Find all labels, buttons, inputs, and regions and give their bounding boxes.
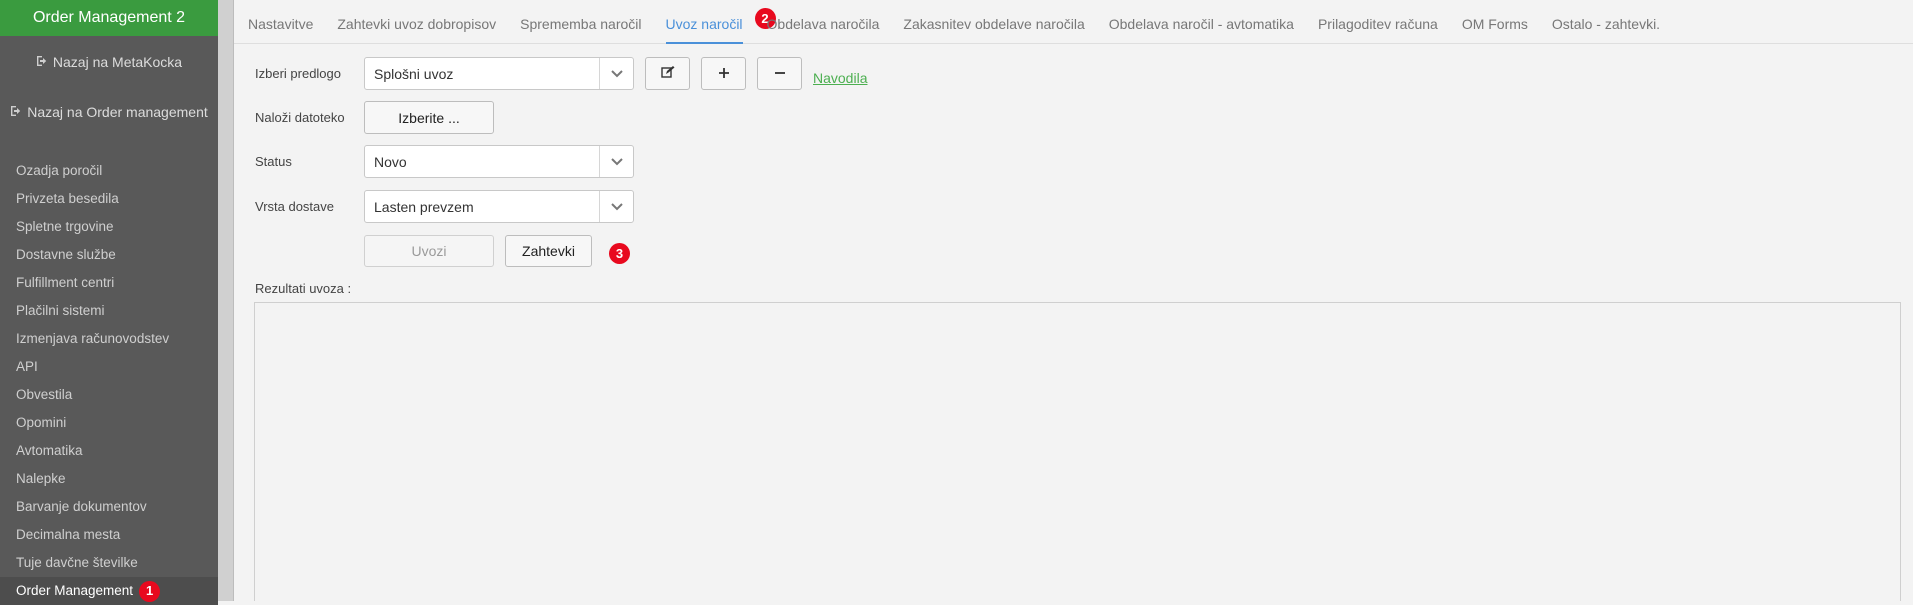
sidebar-item-labels[interactable]: Nalepke xyxy=(0,465,218,493)
tab-order-processing-delay[interactable]: Zakasnitev obdelave naročila xyxy=(903,0,1084,44)
edit-icon xyxy=(660,65,675,82)
sidebar-item-default-texts[interactable]: Privzeta besedila xyxy=(0,185,218,213)
requests-button[interactable]: Zahtevki xyxy=(505,235,592,267)
tab-order-import[interactable]: Uvoz naročil xyxy=(665,0,743,44)
status-label: Status xyxy=(255,154,292,169)
sidebar-item-automation[interactable]: Avtomatika xyxy=(0,437,218,465)
back-to-order-management-link[interactable]: Nazaj na Order management xyxy=(0,104,218,120)
tab-order-processing-automation[interactable]: Obdelava naročil - avtomatika xyxy=(1109,0,1294,44)
tab-credit-note-import-requests[interactable]: Zahtevki uvoz dobropisov xyxy=(337,0,496,44)
tab-bar: Nastavitve Zahtevki uvoz dobropisov Spre… xyxy=(234,0,1913,44)
sidebar-item-label: Order Management xyxy=(16,583,134,598)
sidebar-item-document-coloring[interactable]: Barvanje dokumentov xyxy=(0,493,218,521)
remove-template-button[interactable] xyxy=(757,57,802,90)
sidebar-scrollbar[interactable] xyxy=(218,0,234,601)
status-select-value: Novo xyxy=(374,153,407,170)
sidebar-menu: Ozadja poročil Privzeta besedila Spletne… xyxy=(0,157,218,605)
delivery-type-label: Vrsta dostave xyxy=(255,199,335,214)
chevron-down-icon xyxy=(599,191,633,222)
template-select[interactable]: Splošni uvoz xyxy=(364,57,634,90)
delivery-type-select[interactable]: Lasten prevzem xyxy=(364,190,634,223)
sidebar-item-web-shops[interactable]: Spletne trgovine xyxy=(0,213,218,241)
tab-settings[interactable]: Nastavitve xyxy=(248,0,313,44)
minus-icon xyxy=(774,66,786,82)
plus-icon xyxy=(718,66,730,82)
tab-om-forms[interactable]: OM Forms xyxy=(1462,0,1528,44)
upload-label: Naloži datoteko xyxy=(255,110,345,125)
tab-order-processing[interactable]: Obdelava naročila xyxy=(767,0,880,44)
sidebar-item-accounting-exchange[interactable]: Izmenjava računovodstev xyxy=(0,325,218,353)
choose-file-button[interactable]: Izberite ... xyxy=(364,101,494,134)
delivery-type-select-value: Lasten prevzem xyxy=(374,198,474,215)
import-results-area[interactable] xyxy=(254,302,1901,601)
back-to-metakocka-link[interactable]: Nazaj na MetaKocka xyxy=(0,54,218,70)
back-to-order-management-label: Nazaj na Order management xyxy=(27,104,208,120)
sidebar-item-decimal-places[interactable]: Decimalna mesta xyxy=(0,521,218,549)
sidebar-item-api[interactable]: API xyxy=(0,353,218,381)
sidebar-item-delivery-services[interactable]: Dostavne službe xyxy=(0,241,218,269)
sidebar-item-foreign-tax-numbers[interactable]: Tuje davčne številke xyxy=(0,549,218,577)
sidebar-item-reminders[interactable]: Opomini xyxy=(0,409,218,437)
sidebar-title: Order Management 2 xyxy=(0,0,218,36)
sidebar-item-payment-systems[interactable]: Plačilni sistemi xyxy=(0,297,218,325)
sidebar-item-report-backgrounds[interactable]: Ozadja poročil xyxy=(0,157,218,185)
chevron-down-icon xyxy=(599,58,633,89)
edit-template-button[interactable] xyxy=(645,57,690,90)
tab-other-requests[interactable]: Ostalo - zahtevki. xyxy=(1552,0,1660,44)
status-select[interactable]: Novo xyxy=(364,145,634,178)
help-link[interactable]: Navodila xyxy=(813,70,867,86)
template-select-value: Splošni uvoz xyxy=(374,65,454,82)
chevron-down-icon xyxy=(599,146,633,177)
back-to-metakocka-label: Nazaj na MetaKocka xyxy=(52,54,183,70)
sidebar-item-fulfillment-centers[interactable]: Fulfillment centri xyxy=(0,269,218,297)
results-label: Rezultati uvoza : xyxy=(255,281,352,296)
sidebar: Order Management 2 Nazaj na MetaKocka Na… xyxy=(0,0,218,605)
tab-invoice-customization[interactable]: Prilagoditev računa xyxy=(1318,0,1438,44)
sign-out-icon xyxy=(36,55,49,70)
step-badge-1: 1 xyxy=(139,580,161,602)
tab-order-changes[interactable]: Sprememba naročil xyxy=(520,0,641,44)
step-badge-3: 3 xyxy=(609,243,630,264)
sign-out-icon xyxy=(10,105,23,120)
import-button[interactable]: Uvozi xyxy=(364,235,494,267)
template-label: Izberi predlogo xyxy=(255,66,341,81)
sidebar-item-notifications[interactable]: Obvestila xyxy=(0,381,218,409)
add-template-button[interactable] xyxy=(701,57,746,90)
